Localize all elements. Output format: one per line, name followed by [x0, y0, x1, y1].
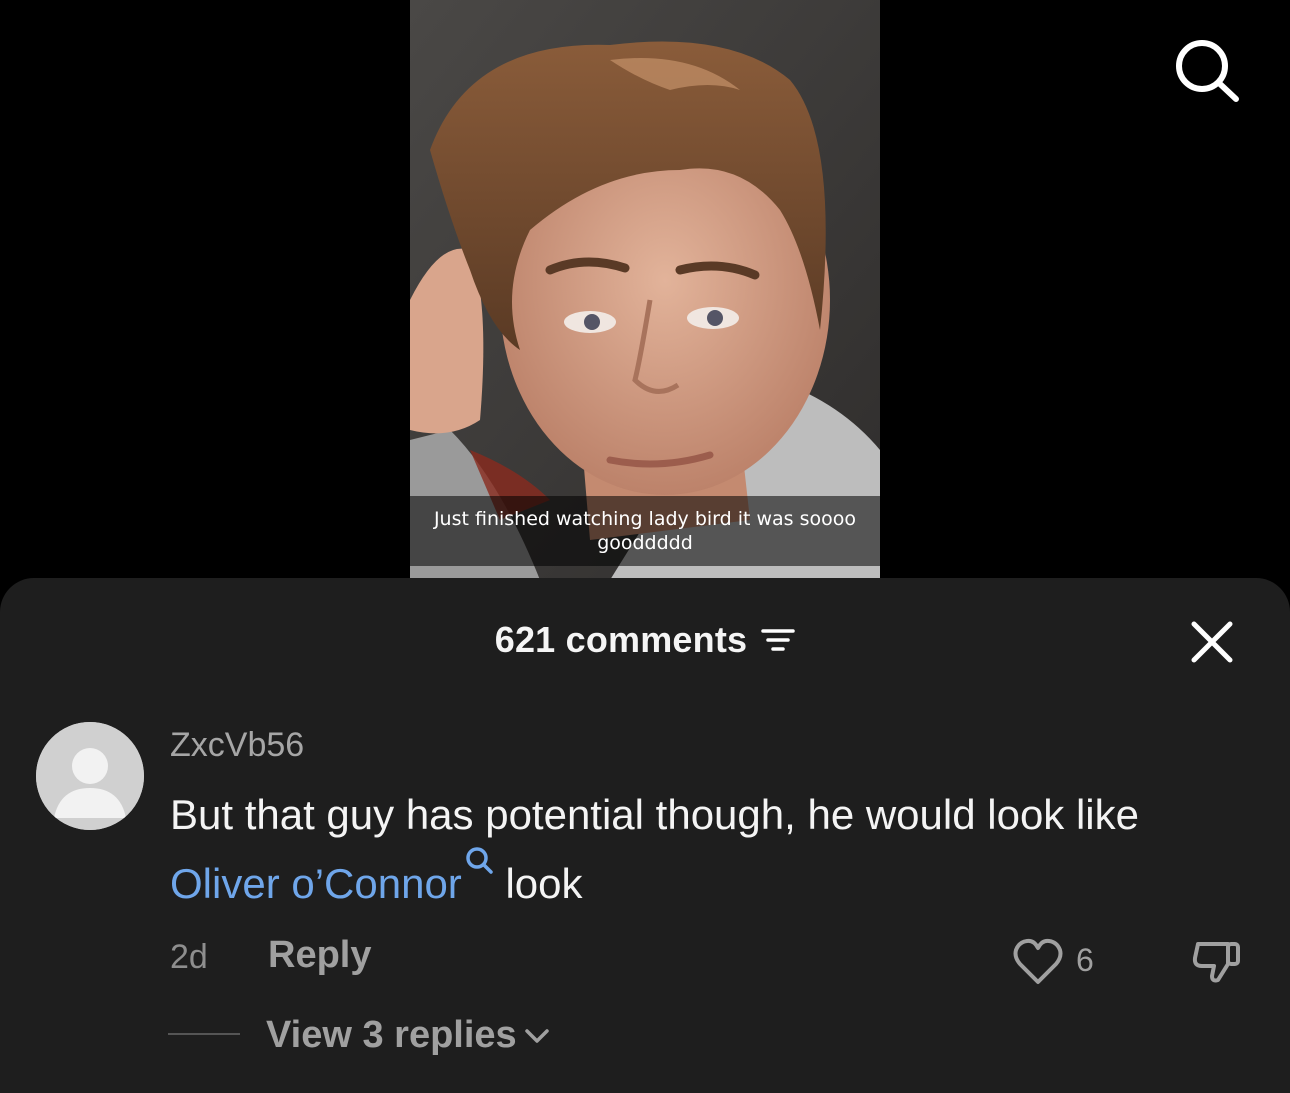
comments-sheet: 621 comments ZxcVb56 But that guy has po…	[0, 578, 1290, 1093]
like-count: 6	[1076, 942, 1094, 978]
comments-header: 621 comments	[0, 618, 1290, 662]
comment-text-after: look	[493, 860, 583, 907]
comment-text-before: But that guy has potential though, he wo…	[170, 791, 1139, 838]
avatar[interactable]	[36, 722, 144, 830]
comment-username[interactable]: ZxcVb56	[170, 726, 304, 765]
comment-count: 621 comments	[494, 619, 748, 660]
replies-divider	[168, 1033, 240, 1035]
search-suggestion-icon[interactable]	[464, 846, 494, 876]
comment-timestamp: 2d	[170, 938, 208, 976]
video-caption: Just finished watching lady bird it was …	[410, 496, 880, 566]
close-icon	[1191, 621, 1233, 663]
caption-line-1: Just finished watching lady bird it was …	[433, 508, 857, 530]
thumbs-down-icon	[1192, 942, 1240, 983]
view-replies-label: View 3 replies	[266, 1014, 517, 1056]
search-icon	[1176, 40, 1239, 102]
dislike-button[interactable]	[1190, 936, 1244, 986]
filter-icon[interactable]	[761, 625, 796, 655]
mention-link[interactable]: Oliver o’Connor	[170, 860, 462, 907]
reply-button[interactable]: Reply	[268, 934, 371, 977]
video-thumbnail-image	[410, 0, 880, 580]
view-replies-button[interactable]: View 3 replies	[266, 1014, 551, 1057]
comment-text: But that guy has potential though, he wo…	[170, 784, 1250, 915]
caption-line-2: gooddddd	[597, 532, 693, 554]
search-button[interactable]	[1170, 36, 1242, 106]
chevron-down-icon	[524, 1028, 549, 1043]
default-avatar-icon	[36, 722, 144, 830]
heart-icon	[1013, 938, 1063, 984]
close-button[interactable]	[1188, 618, 1236, 666]
video-preview[interactable]: Just finished watching lady bird it was …	[410, 0, 880, 580]
like-button[interactable]	[1012, 938, 1064, 986]
